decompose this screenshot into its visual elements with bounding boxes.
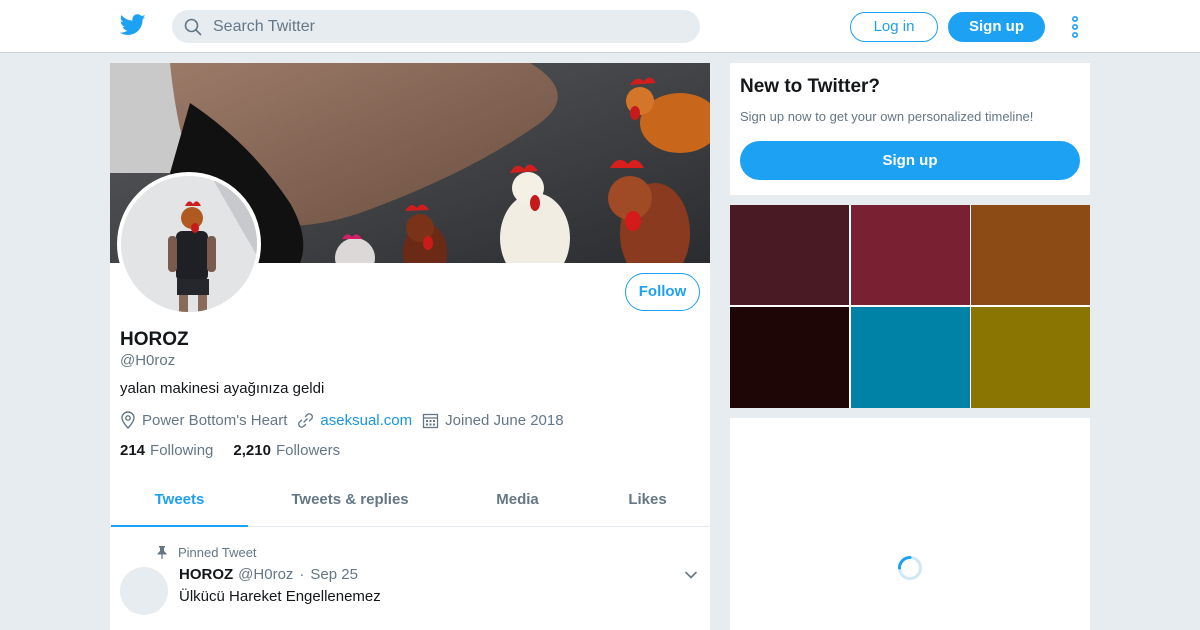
chevron-down-icon[interactable] [685, 569, 697, 581]
new-to-twitter-subtitle: Sign up now to get your own personalized… [740, 109, 1034, 124]
followers-stat[interactable]: 2,210 Followers [233, 442, 340, 459]
photo-grid [730, 205, 1090, 408]
tweet-author-name[interactable]: HOROZ [179, 566, 233, 583]
new-to-twitter-title: New to Twitter? [740, 76, 881, 97]
vertical-dots-icon[interactable] [1069, 15, 1081, 39]
new-to-twitter-module: New to Twitter? Sign up now to get your … [730, 63, 1090, 195]
website-link[interactable]: aseksual.com [320, 412, 412, 429]
profile-name: HOROZ [120, 329, 189, 350]
twitter-bird-icon[interactable] [120, 14, 146, 36]
photo-tile-4[interactable] [730, 307, 849, 408]
pin-icon [157, 546, 167, 559]
photo-tile-2[interactable] [851, 205, 970, 305]
tab-media[interactable]: Media [470, 479, 565, 527]
tweet-date[interactable]: Sep 25 [310, 566, 358, 583]
profile-meta: Power Bottom's Heart aseksual.com Joined [120, 411, 574, 429]
tab-tweets-replies[interactable]: Tweets & replies [270, 479, 430, 527]
search-icon [184, 18, 202, 36]
photo-tile-5[interactable] [851, 307, 970, 408]
profile-handle: @H0roz [120, 352, 176, 369]
pinned-indicator: Pinned Tweet [157, 545, 257, 560]
link-icon [298, 412, 314, 428]
followers-label: Followers [275, 442, 341, 459]
following-stat[interactable]: 214 Following [120, 442, 213, 459]
login-button[interactable]: Log in [850, 12, 938, 42]
followers-count: 2,210 [233, 442, 271, 459]
photo-tile-6[interactable] [971, 307, 1090, 408]
profile-card: Follow HOROZ @H0roz yalan makinesi ayağı… [110, 63, 710, 630]
loading-module [730, 418, 1090, 630]
search-placeholder: Search Twitter [213, 18, 315, 35]
signup-button[interactable]: Sign up [948, 12, 1045, 42]
profile-website[interactable]: aseksual.com [297, 412, 412, 429]
pinned-tweet[interactable]: Pinned Tweet HOROZ @H0roz · Sep 25 Ülküc… [110, 528, 710, 630]
follow-button[interactable]: Follow [625, 273, 700, 311]
top-navigation-bar: Search Twitter Log in Sign up [0, 0, 1200, 53]
tweet-author-handle[interactable]: @H0roz [238, 566, 293, 583]
tweet-avatar[interactable] [120, 567, 168, 615]
photo-tile-3[interactable] [971, 205, 1090, 305]
profile-tabs: Tweets Tweets & replies Media Likes [110, 479, 710, 527]
profile-location: Power Bottom's Heart [120, 411, 287, 429]
following-label: Following [150, 442, 214, 459]
profile-bio: yalan makinesi ayağınıza geldi [120, 380, 325, 397]
pinned-label: Pinned Tweet [178, 545, 257, 560]
tweet-header: HOROZ @H0roz · Sep 25 [179, 566, 358, 583]
tweet-separator: · [299, 566, 305, 583]
joined-text: Joined June 2018 [445, 411, 564, 429]
sidebar-signup-button[interactable]: Sign up [740, 141, 1080, 180]
calendar-icon [422, 413, 439, 428]
following-count: 214 [120, 442, 146, 459]
search-bar[interactable]: Search Twitter [172, 10, 700, 43]
profile-avatar[interactable] [117, 172, 261, 316]
location-text: Power Bottom's Heart [142, 411, 288, 429]
tab-likes[interactable]: Likes [605, 479, 690, 527]
profile-joined: Joined June 2018 [422, 411, 564, 429]
location-pin-icon [121, 411, 135, 429]
loading-spinner-icon [898, 556, 922, 580]
profile-stats: 214 Following 2,210 Followers [120, 442, 360, 459]
tab-tweets[interactable]: Tweets [111, 479, 248, 527]
photo-tile-1[interactable] [730, 205, 849, 305]
tweet-text: Ülkücü Hareket Engellenemez [179, 588, 381, 605]
